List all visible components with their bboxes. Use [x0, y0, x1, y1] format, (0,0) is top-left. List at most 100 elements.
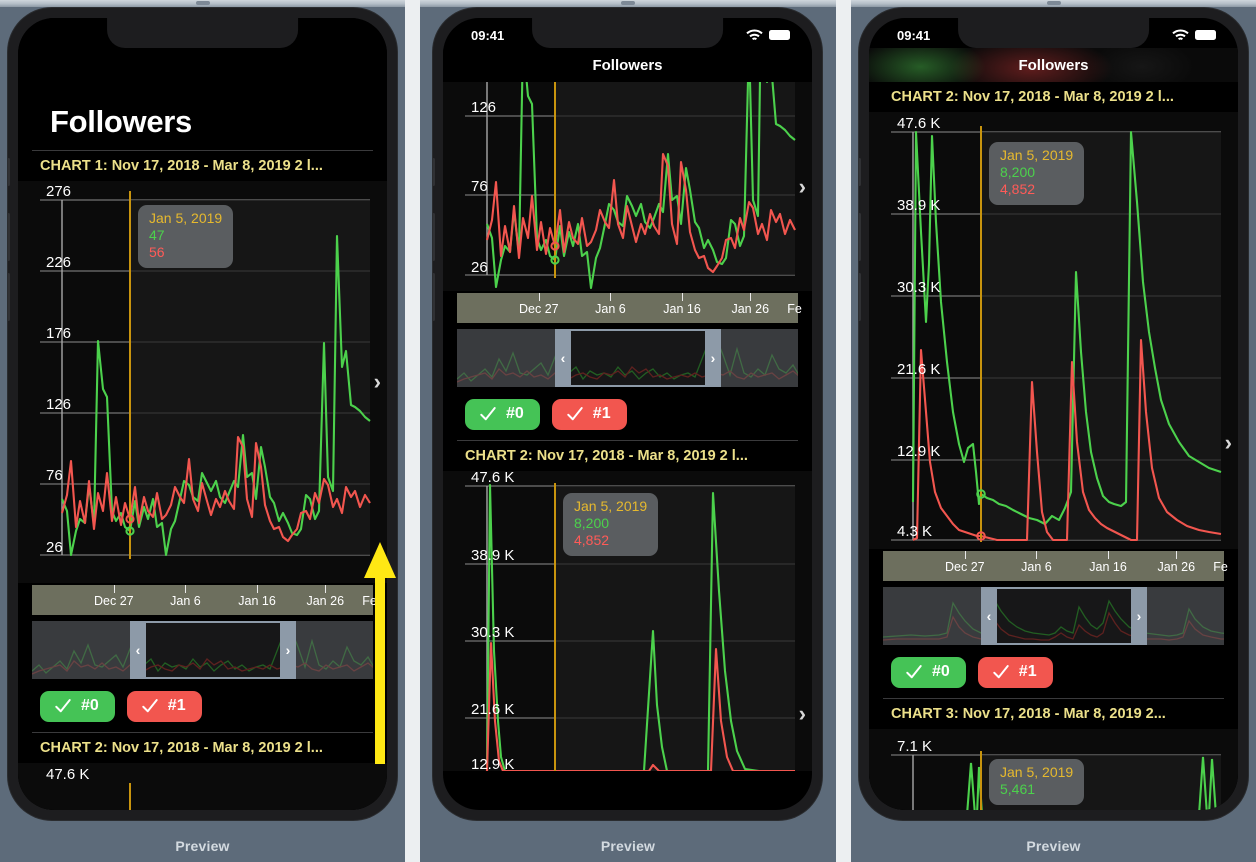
chart-2-plot-peek[interactable]: 47.6 K	[18, 763, 387, 810]
status-bar-3: 09:41	[869, 18, 1238, 48]
chart-2-title[interactable]: CHART 2: Nov 17, 2018 - Mar 8, 2019 2 l.…	[443, 441, 812, 471]
volume-up-button[interactable]	[8, 213, 10, 261]
xtick-label: Jan 6	[1021, 560, 1052, 574]
scrubber-window[interactable]	[983, 587, 1145, 645]
scrubber-dim-right	[1145, 587, 1224, 645]
chart-1-plot[interactable]: 276 226 176 126 76 26 Jan 5, 2019 47 56 …	[18, 181, 387, 583]
tooltip-green-value: 8,200	[574, 515, 610, 532]
chart-2-next-chevron[interactable]: ›	[1225, 432, 1232, 454]
chart-block-1: CHART 1: Nov 17, 2018 - Mar 8, 2019 2 l.…	[18, 151, 387, 733]
scrubber-left-handle[interactable]: ‹	[981, 587, 997, 645]
device-notch	[106, 18, 299, 48]
chart-1-axis-strip: Dec 27 Jan 6 Jan 16 Jan 26 Fe	[32, 585, 377, 615]
series-toggle-1[interactable]: #1	[126, 691, 202, 722]
series-toggle-0-label: #0	[81, 697, 99, 714]
chart-block-3-peek: CHART 3: Nov 17, 2018 - Mar 8, 2019 2...…	[869, 699, 1238, 810]
window-top-rule	[0, 0, 405, 7]
chart-2-range-scrubber[interactable]: ‹ ›	[883, 587, 1224, 645]
nav-title: Followers	[592, 56, 663, 74]
chart-2-ytick-0: 47.6 K	[897, 115, 940, 132]
chart-2-next-chevron[interactable]: ›	[799, 703, 806, 725]
annotation-arrow-up-1	[364, 542, 396, 764]
chart-3-plot-peek[interactable]: 7.1 K Jan 5, 2019 5,461	[869, 729, 1238, 810]
chart-2-axis-strip: Dec 27 Jan 6 Jan 16 Jan 26 Fe	[883, 551, 1228, 581]
battery-icon	[1195, 30, 1216, 40]
chart-1-next-chevron[interactable]: ›	[799, 175, 806, 198]
series-toggle-0-label: #0	[506, 405, 524, 422]
chart-2-plot[interactable]: 47.6 K 38.9 K 30.3 K 21.6 K 12.9 K Jan 5…	[443, 471, 812, 771]
chart-2-plot-full[interactable]: 47.6 K 38.9 K 30.3 K 21.6 K 12.9 K 4.3 K…	[869, 112, 1238, 549]
chart-2-ytick-5: 4.3 K	[897, 523, 932, 540]
chart-2-title[interactable]: CHART 2: Nov 17, 2018 - Mar 8, 2019 2 l.…	[869, 82, 1238, 112]
scrubber-window[interactable]	[132, 621, 294, 679]
chart-1-range-scrubber[interactable]: ‹ ›	[457, 329, 798, 387]
mute-switch[interactable]	[859, 158, 861, 186]
chart-1-ytick-5: 26	[46, 539, 63, 556]
xtick-label: Dec 27	[519, 302, 559, 316]
series-toggle-0[interactable]: #0	[40, 691, 115, 722]
chart-3-title[interactable]: CHART 3: Nov 17, 2018 - Mar 8, 2019 2...	[869, 699, 1238, 729]
status-time: 09:41	[897, 27, 931, 43]
chart-1-next-chevron[interactable]: ›	[374, 371, 381, 393]
volume-down-button[interactable]	[859, 273, 861, 321]
tooltip-date: Jan 5, 2019	[1000, 147, 1074, 163]
xtick-label: Dec 27	[945, 560, 985, 574]
chart-1-ytick-0: 276	[46, 183, 71, 200]
window-top-rule	[420, 0, 836, 7]
scrubber-left-handle[interactable]: ‹	[555, 329, 571, 387]
scrubber-dim-left	[32, 621, 132, 679]
scrubber-left-handle[interactable]: ‹	[130, 621, 146, 679]
mute-switch[interactable]	[8, 158, 10, 186]
chart-1-axis-strip: Dec 27 Jan 6 Jan 16 Jan 26 Fe	[457, 293, 802, 323]
scrubber-window[interactable]	[557, 329, 719, 387]
scrubber-right-handle[interactable]: ›	[705, 329, 721, 387]
preview-caption-2: Preview	[600, 838, 656, 854]
checkmark-icon	[993, 665, 1009, 679]
scrubber-dim-left	[883, 587, 983, 645]
volume-up-button[interactable]	[433, 213, 435, 261]
device-screen-2: 09:41 Followers 126 76 26 › Dec 27 Jan 6…	[443, 18, 812, 810]
mute-switch[interactable]	[433, 158, 435, 186]
window-nubbin	[195, 1, 210, 5]
volume-up-button[interactable]	[859, 213, 861, 261]
series-toggle-1[interactable]: #1	[977, 657, 1053, 688]
chart-2-tooltip: Jan 5, 2019 8,200 4,852	[989, 142, 1085, 206]
window-top-rule	[851, 0, 1256, 7]
volume-down-button[interactable]	[433, 273, 435, 321]
series-toggle-0[interactable]: #0	[891, 657, 966, 688]
chart-1-plot-scrolled[interactable]: 126 76 26 ›	[443, 82, 812, 291]
chart-2-tooltip: Jan 5, 2019 8,200 4,852	[563, 493, 659, 557]
iphone-device-2: 09:41 Followers 126 76 26 › Dec 27 Jan 6…	[433, 8, 822, 820]
series-toggle-1[interactable]: #1	[551, 399, 627, 430]
chart-block-2-peek: CHART 2: Nov 17, 2018 - Mar 8, 2019 2 l.…	[18, 733, 387, 810]
scrubber-right-handle[interactable]: ›	[1131, 587, 1147, 645]
chart-2-ytick-4: 12.9 K	[897, 443, 940, 460]
chart-1-ytick-2: 176	[46, 325, 71, 342]
checkmark-icon	[55, 699, 71, 713]
chart-1-ytick-3: 126	[46, 396, 71, 413]
chart-2-title[interactable]: CHART 2: Nov 17, 2018 - Mar 8, 2019 2 l.…	[18, 733, 387, 763]
xtick-label: Jan 26	[731, 302, 770, 316]
series-toggle-0[interactable]: #0	[465, 399, 540, 430]
checkmark-icon	[906, 665, 922, 679]
chart-1-ytick-4: 76	[46, 467, 63, 484]
page-title: Followers	[50, 104, 192, 139]
chart-1-series-toggles: #0 #1	[443, 387, 812, 440]
xtick-label: Jan 26	[1157, 560, 1196, 574]
scrubber-right-handle[interactable]: ›	[280, 621, 296, 679]
iphone-device-3: 09:41 Followers CHART 2: Nov 17, 2018 - …	[859, 8, 1248, 820]
chart-2-ytick-2: 30.3 K	[471, 624, 514, 641]
chart-2-ytick-0: 47.6 K	[471, 471, 514, 486]
volume-down-button[interactable]	[8, 273, 10, 321]
window-nubbin	[1046, 1, 1061, 5]
chart-1-title[interactable]: CHART 1: Nov 17, 2018 - Mar 8, 2019 2 l.…	[18, 151, 387, 181]
tooltip-red-value: 4,852	[574, 532, 610, 549]
chart-2-ytick-1: 38.9 K	[471, 547, 514, 564]
chart-1-range-scrubber[interactable]: ‹ ›	[32, 621, 373, 679]
xtick-label: Jan 16	[238, 594, 276, 608]
tooltip-red-value: 4,852	[1000, 181, 1036, 198]
chart-3-tooltip: Jan 5, 2019 5,461	[989, 759, 1085, 806]
xtick-label: Jan 6	[595, 302, 626, 316]
checkmark-icon	[142, 699, 158, 713]
chart-1-ytick-4: 76	[471, 178, 488, 195]
